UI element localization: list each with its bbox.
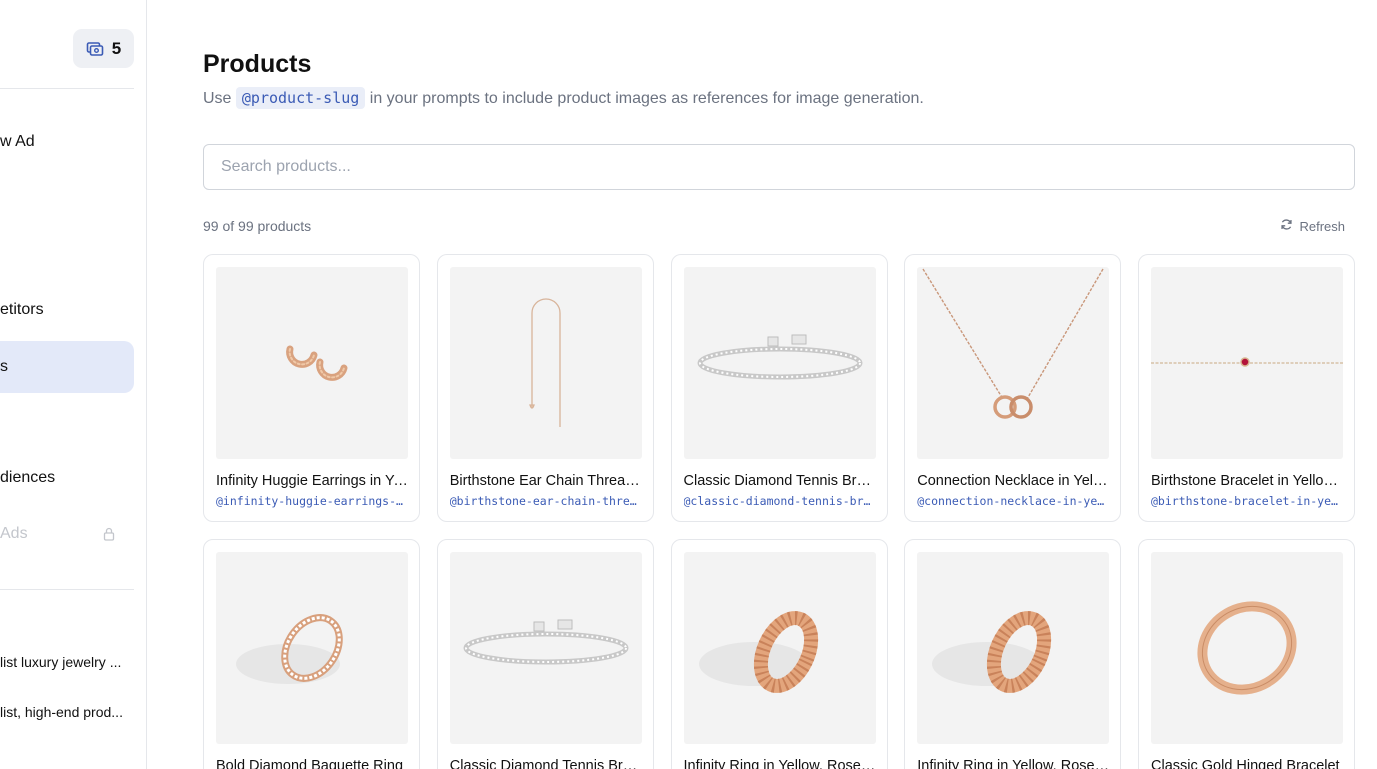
fluted-ring-icon <box>917 552 1110 744</box>
product-name: Classic Diamond Tennis Bracelet <box>683 473 876 489</box>
sidebar-item-competitors[interactable]: etitors <box>0 284 134 336</box>
product-card[interactable]: Infinity Ring in Yellow, Rose or White G… <box>670 539 888 769</box>
product-name: Classic Diamond Tennis Bracelet <box>449 758 642 769</box>
credits-icon <box>86 41 104 57</box>
product-name: Birthstone Ear Chain Threader <box>449 473 642 489</box>
chain-bracelet-icon <box>1151 267 1343 459</box>
search-input[interactable] <box>203 144 1355 190</box>
credits-count: 5 <box>111 38 122 58</box>
ear-chain-icon <box>449 267 642 459</box>
product-card[interactable]: Birthstone Bracelet in Yellow, Rose or W… <box>1138 254 1355 522</box>
product-card[interactable]: Connection Necklace in Yellow, Rose or W… <box>904 254 1122 522</box>
product-card[interactable]: Infinity Huggie Earrings in Yellow, Rose… <box>203 254 420 522</box>
product-grid: Infinity Huggie Earrings in Yellow, Rose… <box>203 254 1355 769</box>
product-name: Infinity Huggie Earrings in Yellow, Rose… <box>216 473 408 489</box>
sidebar-item-label: Ads <box>0 525 28 542</box>
product-name: Birthstone Bracelet in Yellow, Rose or W… <box>1151 473 1343 489</box>
product-card[interactable]: Infinity Ring in Yellow, Rose or White G… <box>904 539 1122 769</box>
product-slug[interactable]: @birthstone-bracelet-in-yellow-rose-or-w… <box>1151 494 1343 508</box>
recent-chat-item[interactable]: list luxury jewelry ... <box>0 654 121 670</box>
product-card[interactable]: Classic Diamond Tennis Bracelet@classic-… <box>436 539 654 769</box>
product-slug[interactable]: @infinity-huggie-earrings-in-yellow-rose… <box>216 494 408 508</box>
baguette-ring-icon <box>216 552 408 744</box>
sidebar: 5 w Ad etitors s diences Ads list luxury… <box>0 0 147 769</box>
sidebar-item-label: s <box>0 358 8 375</box>
subtitle-text: Use <box>203 90 232 107</box>
product-slug-code: @product-slug <box>235 87 366 109</box>
product-card[interactable]: Bold Diamond Baguette Ring@bold-diamond-… <box>203 539 420 769</box>
product-card[interactable]: Classic Diamond Tennis Bracelet @classic-… <box>670 254 888 522</box>
necklace-icon <box>917 267 1110 459</box>
huggie-earrings-icon <box>216 267 408 459</box>
product-slug[interactable]: @birthstone-ear-chain-threader <box>450 494 642 508</box>
sidebar-divider <box>0 589 134 590</box>
lock-icon <box>103 527 115 546</box>
bangle-icon <box>1151 552 1343 744</box>
product-slug[interactable]: @classic-diamond-tennis-bracelet <box>684 494 876 508</box>
credits-badge[interactable]: 5 <box>73 29 134 68</box>
tennis-bracelet-icon <box>683 267 876 459</box>
tennis-bracelet-icon <box>449 552 642 744</box>
sidebar-item-label: etitors <box>0 301 44 318</box>
page-subtitle: Use @product-slug in your prompts to inc… <box>203 87 924 109</box>
product-name: Infinity Ring in Yellow, Rose or White G… <box>917 758 1109 769</box>
sidebar-item-ads: Ads <box>0 508 134 560</box>
sidebar-divider <box>0 88 134 89</box>
sidebar-item-label: diences <box>0 469 56 486</box>
product-name: Infinity Ring in Yellow, Rose or White G… <box>683 758 876 769</box>
refresh-label: Refresh <box>1299 218 1345 234</box>
fluted-ring-icon <box>683 552 876 744</box>
page-title: Products <box>203 50 312 78</box>
sidebar-item-new-ad[interactable]: w Ad <box>0 116 134 168</box>
product-name: Classic Gold Hinged Bracelet <box>1151 758 1340 769</box>
subtitle-text: in your prompts to include product image… <box>369 90 924 107</box>
product-name: Bold Diamond Baguette Ring <box>216 758 404 769</box>
sidebar-item-products[interactable]: s <box>0 341 134 393</box>
product-slug[interactable]: @connection-necklace-in-yellow-rose-or-w… <box>917 494 1109 508</box>
product-name: Connection Necklace in Yellow, Rose or W… <box>917 473 1109 489</box>
product-card[interactable]: Classic Gold Hinged Bracelet@classic-gol… <box>1138 539 1355 769</box>
recent-chat-item[interactable]: list, high-end prod... <box>0 704 123 720</box>
sidebar-item-audiences[interactable]: diences <box>0 452 134 504</box>
refresh-icon <box>1280 218 1293 234</box>
refresh-button[interactable]: Refresh <box>1280 218 1345 234</box>
product-count: 99 of 99 products <box>203 218 312 234</box>
sidebar-item-label: w Ad <box>0 133 35 150</box>
product-card[interactable]: Birthstone Ear Chain Threader @birthstone… <box>436 254 654 522</box>
